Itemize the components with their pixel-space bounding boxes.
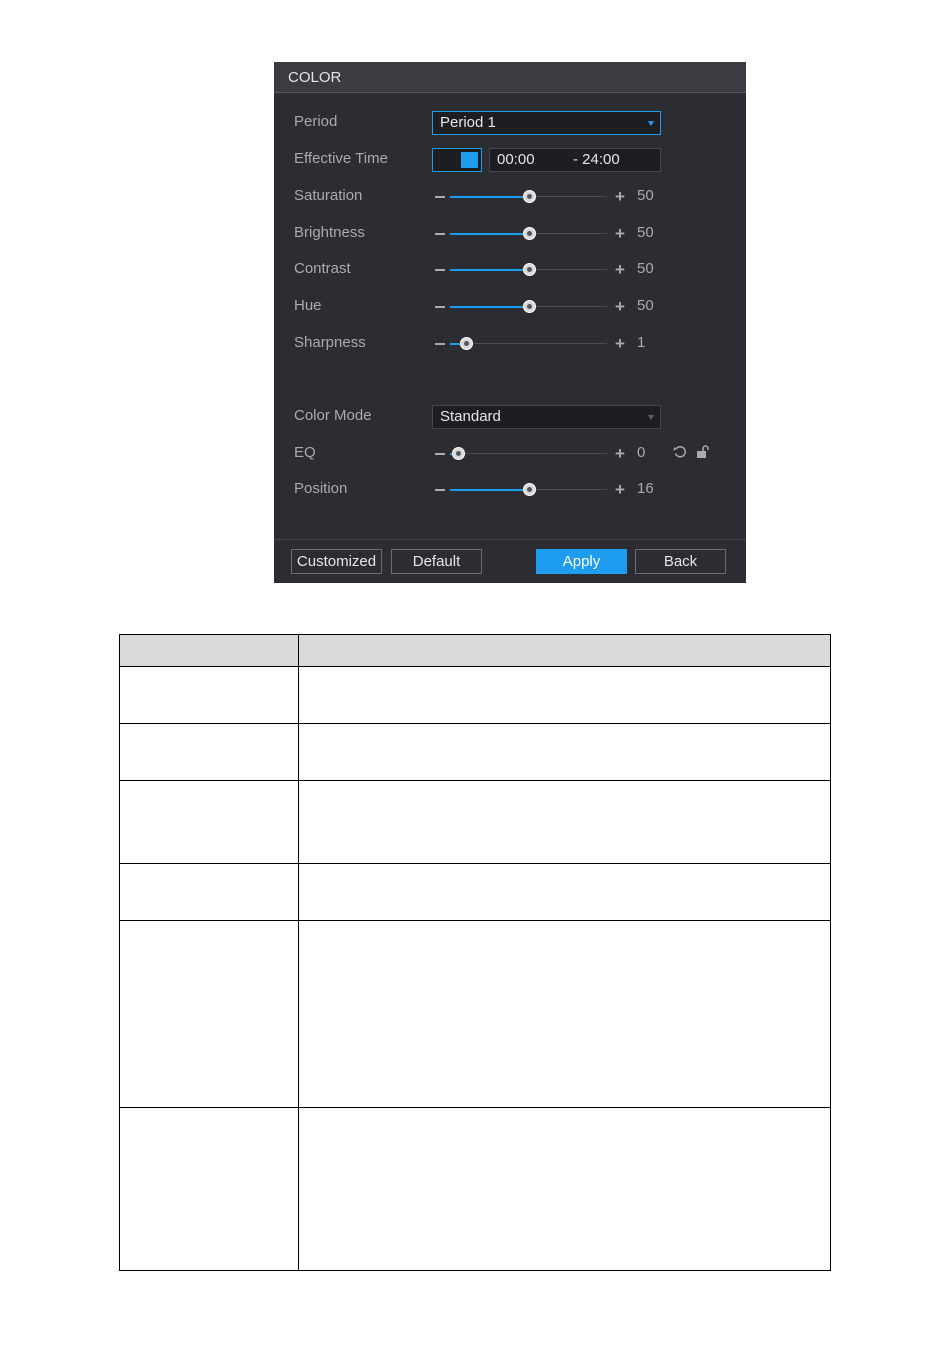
dialog-title: COLOR xyxy=(274,62,746,93)
saturation-slider[interactable]: + 50 xyxy=(432,185,662,209)
contrast-label: Contrast xyxy=(294,260,351,277)
table-cell xyxy=(298,723,831,781)
minus-icon[interactable] xyxy=(435,343,445,345)
slider-thumb[interactable] xyxy=(523,483,536,496)
hue-slider[interactable]: + 50 xyxy=(432,295,662,319)
slider-track[interactable] xyxy=(450,483,607,496)
slider-track[interactable] xyxy=(450,227,607,240)
saturation-label: Saturation xyxy=(294,187,363,204)
table-cell xyxy=(119,723,299,781)
color-mode-label: Color Mode xyxy=(294,407,372,424)
hue-label: Hue xyxy=(294,297,322,314)
apply-button[interactable]: Apply xyxy=(536,549,627,574)
sharpness-slider[interactable]: + 1 xyxy=(432,332,662,356)
hue-value: 50 xyxy=(637,297,654,314)
table-row xyxy=(119,780,831,864)
slider-track[interactable] xyxy=(450,190,607,203)
plus-icon[interactable]: + xyxy=(615,222,625,246)
position-value: 16 xyxy=(637,480,654,497)
footer-divider xyxy=(274,539,746,540)
minus-icon[interactable] xyxy=(435,453,445,455)
table-row xyxy=(119,1107,831,1271)
contrast-value: 50 xyxy=(637,260,654,277)
effective-time-toggle[interactable] xyxy=(432,148,482,172)
position-slider[interactable]: + 16 xyxy=(432,478,662,502)
slider-track[interactable] xyxy=(450,263,607,276)
minus-icon[interactable] xyxy=(435,306,445,308)
period-select[interactable]: Period 1 xyxy=(432,111,661,135)
slider-thumb[interactable] xyxy=(523,190,536,203)
table-row xyxy=(119,723,831,781)
brightness-slider[interactable]: + 50 xyxy=(432,222,662,246)
brightness-label: Brightness xyxy=(294,224,365,241)
table-cell xyxy=(298,666,831,724)
minus-icon[interactable] xyxy=(435,489,445,491)
table-cell xyxy=(119,780,299,864)
unlock-icon[interactable] xyxy=(696,445,710,459)
minus-icon[interactable] xyxy=(435,233,445,235)
minus-icon[interactable] xyxy=(435,196,445,198)
slider-track[interactable] xyxy=(450,300,607,313)
table-header-cell xyxy=(298,634,831,667)
eq-value: 0 xyxy=(637,444,646,461)
table-header-cell xyxy=(119,634,299,667)
minus-icon[interactable] xyxy=(435,269,445,271)
default-button[interactable]: Default xyxy=(391,549,482,574)
parameter-table xyxy=(119,634,831,1271)
table-cell xyxy=(119,1107,299,1271)
table-row xyxy=(119,666,831,724)
dropdown-arrow-icon xyxy=(648,121,654,126)
toggle-knob xyxy=(461,152,478,168)
table-cell xyxy=(298,920,831,1108)
color-dialog: COLOR Period Period 1 Effective Time 00:… xyxy=(274,62,746,583)
table-row xyxy=(119,920,831,1108)
plus-icon[interactable]: + xyxy=(615,185,625,209)
table-row xyxy=(119,863,831,921)
plus-icon[interactable]: + xyxy=(615,295,625,319)
plus-icon[interactable]: + xyxy=(615,332,625,356)
sharpness-value: 1 xyxy=(637,334,646,351)
effective-time-range[interactable]: 00:00 - 24:00 xyxy=(489,148,661,172)
table-cell xyxy=(119,666,299,724)
slider-thumb[interactable] xyxy=(523,300,536,313)
customized-button[interactable]: Customized xyxy=(291,549,382,574)
table-cell xyxy=(298,780,831,864)
dropdown-arrow-icon xyxy=(648,415,654,420)
table-cell xyxy=(119,863,299,921)
slider-track[interactable] xyxy=(450,447,607,460)
sharpness-label: Sharpness xyxy=(294,334,366,351)
eq-label: EQ xyxy=(294,444,316,461)
slider-thumb[interactable] xyxy=(523,227,536,240)
saturation-value: 50 xyxy=(637,187,654,204)
table-cell xyxy=(298,863,831,921)
slider-thumb[interactable] xyxy=(523,263,536,276)
slider-thumb[interactable] xyxy=(460,337,473,350)
period-select-value: Period 1 xyxy=(440,114,496,131)
slider-thumb[interactable] xyxy=(452,447,465,460)
eq-slider[interactable]: + 0 xyxy=(432,442,662,466)
table-cell xyxy=(298,1107,831,1271)
period-label: Period xyxy=(294,113,338,130)
end-time[interactable]: - 24:00 xyxy=(573,149,620,171)
table-header-row xyxy=(119,634,831,667)
back-button[interactable]: Back xyxy=(635,549,726,574)
refresh-icon[interactable] xyxy=(673,445,687,459)
color-mode-value: Standard xyxy=(440,408,501,425)
position-label: Position xyxy=(294,480,348,497)
brightness-value: 50 xyxy=(637,224,654,241)
table-cell xyxy=(119,920,299,1108)
plus-icon[interactable]: + xyxy=(615,478,625,502)
contrast-slider[interactable]: + 50 xyxy=(432,258,662,282)
start-time[interactable]: 00:00 xyxy=(497,149,535,171)
plus-icon[interactable]: + xyxy=(615,258,625,282)
plus-icon[interactable]: + xyxy=(615,442,625,466)
color-mode-select[interactable]: Standard xyxy=(432,405,661,429)
effective-time-label: Effective Time xyxy=(294,150,388,167)
slider-track[interactable] xyxy=(450,337,607,350)
